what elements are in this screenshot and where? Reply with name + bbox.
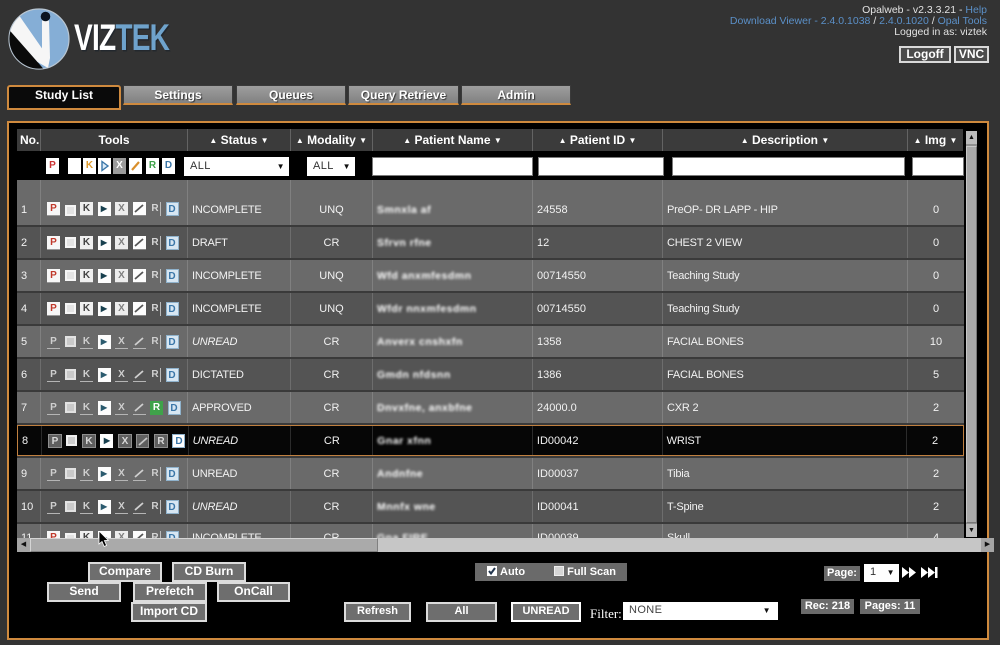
svg-text:VIZTEK: VIZTEK [74,16,170,58]
